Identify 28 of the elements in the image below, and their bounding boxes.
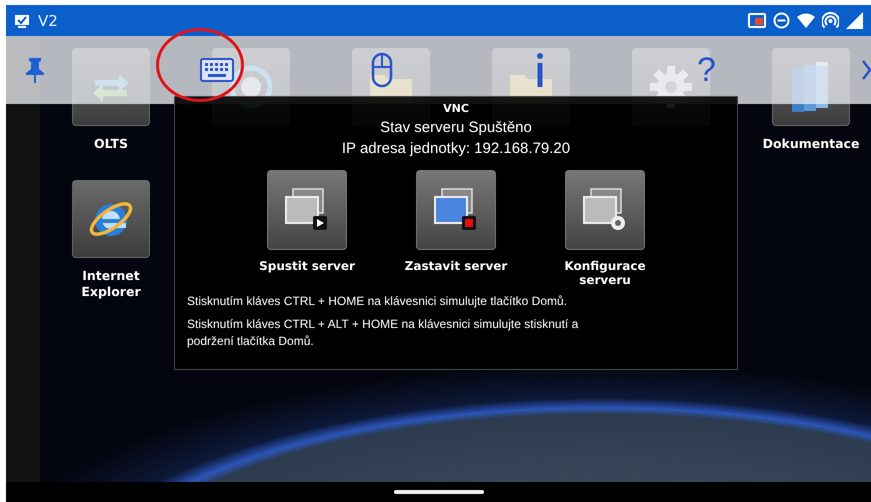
info-icon[interactable]	[534, 52, 546, 88]
server-action-button[interactable]	[416, 170, 496, 250]
signal-icon	[846, 12, 863, 29]
mouse-icon[interactable]	[371, 52, 393, 88]
hint-text: Stisknutím kláves CTRL + HOME na klávesnici simulujte tlačítko Domů.	[187, 293, 568, 310]
app-label: OLTS	[92, 136, 130, 152]
button-label: Zastavit server	[404, 259, 508, 273]
app-label: Dokumentace	[762, 136, 860, 152]
server-action-button[interactable]	[267, 170, 347, 250]
dialog-title: VNC	[443, 102, 469, 115]
app-label: Internet Explorer	[80, 268, 142, 300]
checkbox-notification-icon	[14, 14, 30, 28]
cast-icon	[748, 13, 766, 28]
chevron-right-icon[interactable]	[861, 59, 871, 81]
keyboard-icon[interactable]	[200, 58, 234, 82]
button-label: Konfigurace serveru	[563, 259, 647, 287]
pin-icon[interactable]	[25, 57, 45, 83]
button-label: Spustit server	[258, 259, 356, 273]
server-action-button[interactable]	[565, 170, 645, 250]
ip-address-text: IP adresa jednotky: 192.168.79.20	[342, 140, 570, 157]
wifi-icon	[797, 13, 815, 28]
app-label: V2	[38, 12, 58, 30]
hotspot-icon	[822, 12, 839, 29]
do-not-disturb-icon	[773, 12, 790, 29]
help-button[interactable]: ?	[697, 53, 716, 87]
hint-text: Stisknutím kláves CTRL + ALT + HOME na klávesnici simulujte stisknutí a podržení tlačítka Domů.	[187, 316, 580, 350]
app-tile[interactable]	[72, 180, 150, 258]
server-status-text: Stav serveru Spuštěno	[380, 119, 532, 136]
